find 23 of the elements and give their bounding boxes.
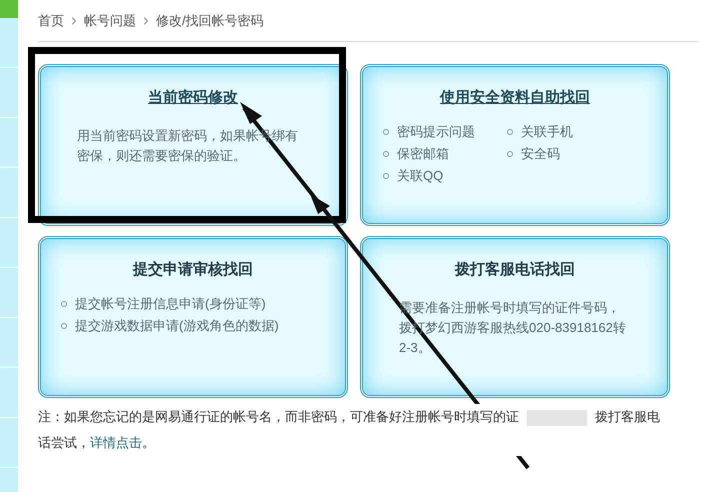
breadcrumb-link[interactable]: 首页 [38,10,64,30]
list-item: 安全码 [521,144,560,162]
list-item: 关联手机 [521,122,573,140]
bullet-icon [507,150,513,156]
bullet-icon [383,150,389,156]
bullet-icon [61,322,67,328]
breadcrumb-link[interactable]: 帐号问题 [84,10,136,30]
list-item: 提交游戏数据申请(游戏角色的数据) [75,316,279,335]
bullet-icon [383,172,389,178]
card-title-link[interactable]: 使用安全资料自助找回 [440,87,590,110]
breadcrumb-link[interactable]: 修改/找回帐号密码 [156,10,264,30]
blurred-block [527,410,587,426]
list-item: 关联QQ [397,166,444,184]
bullet-icon [383,128,389,134]
card-title: 提交申请审核找回 [133,260,253,280]
bullet-icon [61,300,67,306]
list-item: 提交帐号注册信息申请(身份证等) [75,294,266,313]
card-title: 拨打客服电话找回 [455,260,575,280]
card-title-link[interactable]: 当前密码修改 [148,87,238,110]
list-item: 保密邮箱 [397,144,449,162]
details-link[interactable]: 详情点击 [90,435,142,450]
list-item: 密码提示问题 [397,122,475,140]
bullet-icon [507,128,513,134]
